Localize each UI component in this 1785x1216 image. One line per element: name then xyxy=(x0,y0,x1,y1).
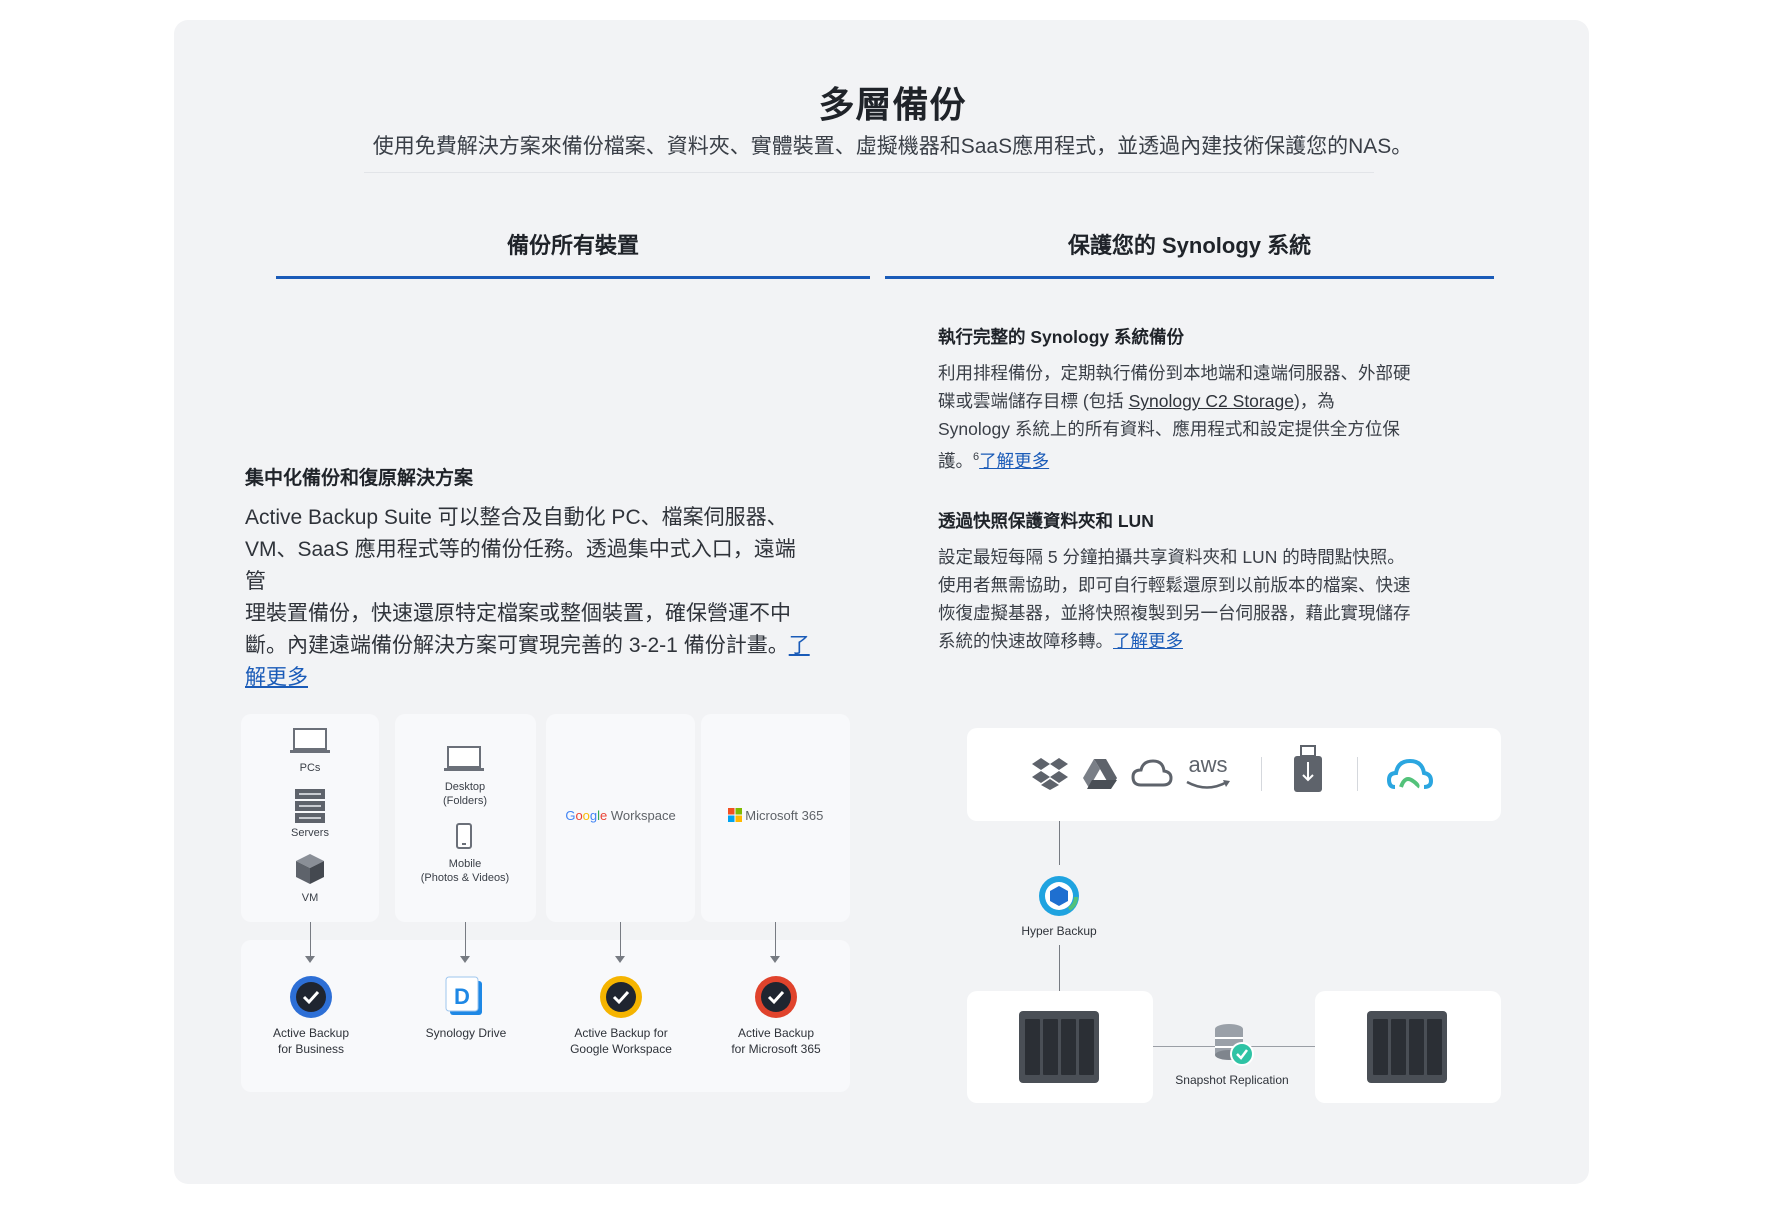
aws-smile-icon xyxy=(1186,780,1230,789)
learn-more-link[interactable]: 了 xyxy=(789,634,810,657)
active-backup-google-icon xyxy=(600,976,642,1018)
right-body-1: 利用排程備份，定期執行備份到本地端和遠端伺服器、外部硬 碟或雲端儲存目標 (包括… xyxy=(938,363,1411,471)
tab-protect-synology[interactable]: 保護您的 Synology 系統 xyxy=(885,228,1494,279)
connector-line xyxy=(465,922,466,958)
server-icon xyxy=(295,789,325,823)
left-body: Active Backup Suite 可以整合及自動化 PC、檔案伺服器、 V… xyxy=(245,502,815,694)
vm-label: VM xyxy=(301,892,319,904)
synology-c2-link[interactable]: Synology C2 Storage xyxy=(1129,391,1294,411)
connector-line xyxy=(775,922,776,958)
connector-line xyxy=(1059,821,1060,865)
right-body-2: 設定最短每隔 5 分鐘拍攝共享資料夾和 LUN 的時間點快照。 使用者無需協助，… xyxy=(938,547,1411,651)
connector-line xyxy=(1059,945,1060,991)
desktop-icon xyxy=(444,746,484,771)
divider xyxy=(1261,757,1262,791)
right-section-2: 透過快照保護資料夾和 LUN 設定最短每隔 5 分鐘拍攝共享資料夾和 LUN 的… xyxy=(938,508,1458,655)
product-label: Active Backup for Microsoft 365 xyxy=(731,1026,821,1056)
divider xyxy=(364,172,1374,173)
tab-underline xyxy=(276,276,870,279)
cloud-icon xyxy=(1131,759,1173,787)
svg-text:D: D xyxy=(454,984,470,1009)
learn-more-link-cont[interactable]: 解更多 xyxy=(245,666,308,689)
synology-drive-icon: D xyxy=(445,976,482,1015)
laptop-icon xyxy=(290,728,330,753)
synology-c2-icon xyxy=(1387,758,1433,789)
nas-icon xyxy=(1367,1011,1447,1083)
page-title: 多層備份 xyxy=(818,84,967,125)
product-label: Active Backup for Business xyxy=(272,1026,350,1056)
right-section-1: 執行完整的 Synology 系統備份 利用排程備份，定期執行備份到本地端和遠端… xyxy=(938,324,1458,475)
mobile-label: Mobile (Photos & Videos) xyxy=(420,858,510,884)
product-label: Synology Drive xyxy=(425,1026,507,1040)
connector-line xyxy=(620,922,621,958)
hyper-backup-icon xyxy=(1039,876,1079,916)
cube-icon xyxy=(296,854,324,884)
mobile-icon xyxy=(456,823,472,849)
left-line: VM、SaaS 應用程式等的備份任務。透過集中式入口，遠端管 xyxy=(245,538,796,593)
left-line: 理裝置備份，快速還原特定檔案或整個裝置，確保營運不中 xyxy=(245,602,791,625)
right-heading-2: 透過快照保護資料夾和 LUN xyxy=(938,511,1154,531)
page-subtitle: 使用免費解決方案來備份檔案、資料夾、實體裝置、虛擬機器和SaaS應用程式，並透過… xyxy=(372,135,1413,158)
google-workspace-logo: Google Workspace xyxy=(565,808,676,823)
active-backup-microsoft-icon xyxy=(755,976,797,1018)
tab-label: 備份所有裝置 xyxy=(506,233,639,258)
active-backup-business-icon xyxy=(290,976,332,1018)
arrow-down-icon xyxy=(305,956,315,963)
left-line: Active Backup Suite 可以整合及自動化 PC、檔案伺服器、 xyxy=(245,506,788,529)
desktop-label: Desktop (Folders) xyxy=(442,781,487,807)
microsoft-365-logo: Microsoft 365 xyxy=(712,808,839,823)
snapshot-replication-icon xyxy=(1215,1024,1254,1066)
tab-backup-all-devices[interactable]: 備份所有裝置 xyxy=(276,228,870,279)
nas-icon xyxy=(1019,1011,1099,1083)
learn-more-link[interactable]: 了解更多 xyxy=(1113,631,1183,651)
usb-drive-icon xyxy=(1294,745,1322,792)
google-drive-icon xyxy=(1083,759,1117,789)
product-label: Active Backup for Google Workspace xyxy=(570,1026,672,1056)
right-heading-1: 執行完整的 Synology 系統備份 xyxy=(938,327,1184,347)
tab-label: 保護您的 Synology 系統 xyxy=(1067,233,1312,258)
left-line: 斷。內建遠端備份解決方案可實現完善的 3-2-1 備份計畫。了 xyxy=(245,634,810,657)
arrow-down-icon xyxy=(615,956,625,963)
hyper-backup-label: Hyper Backup xyxy=(1021,924,1097,938)
servers-label: Servers xyxy=(291,827,329,839)
dropbox-icon xyxy=(1032,758,1068,790)
snapshot-replication-label: Snapshot Replication xyxy=(1175,1073,1289,1087)
microsoft-logo-icon xyxy=(727,808,742,822)
tab-underline xyxy=(885,276,1494,279)
pcs-label: PCs xyxy=(299,762,321,774)
learn-more-link[interactable]: 了解更多 xyxy=(979,451,1049,471)
connector-line xyxy=(310,922,311,958)
aws-logo: aws xyxy=(1188,752,1228,777)
divider xyxy=(1357,757,1358,791)
arrow-down-icon xyxy=(460,956,470,963)
arrow-down-icon xyxy=(770,956,780,963)
left-heading: 集中化備份和復原解決方案 xyxy=(245,468,474,489)
